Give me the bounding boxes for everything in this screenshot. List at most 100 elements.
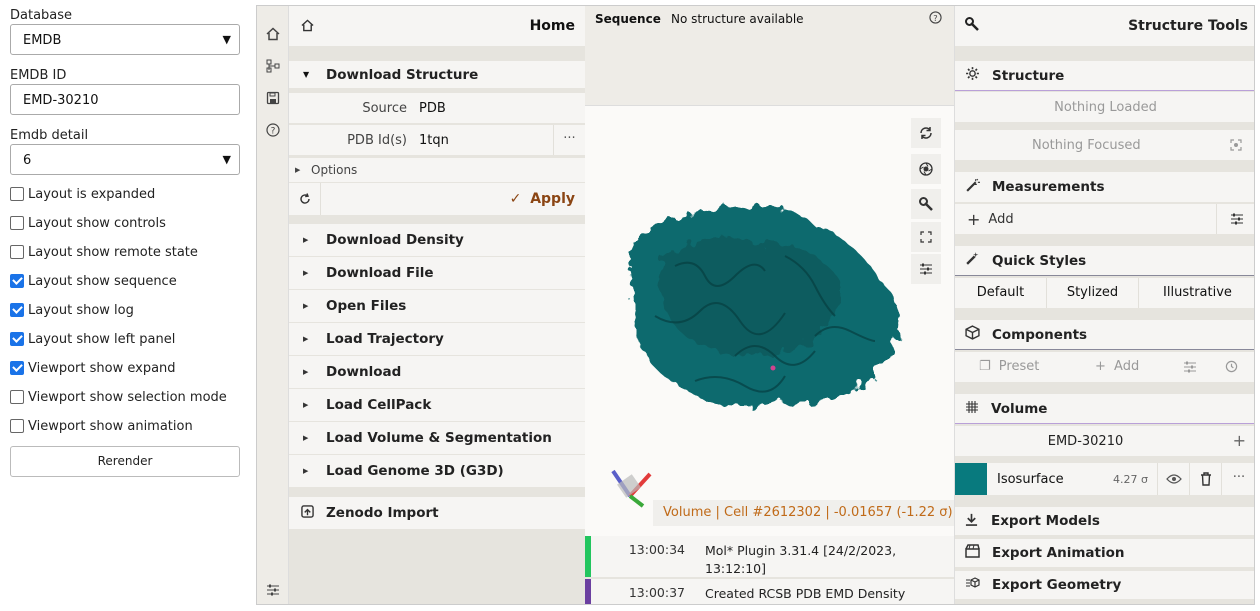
export-geometry-row[interactable]: Export Geometry xyxy=(955,571,1254,599)
settings-sliders-icon[interactable] xyxy=(1216,204,1254,234)
section-title: Load CellPack xyxy=(326,397,432,413)
style-stylized-button[interactable]: Stylized xyxy=(1047,278,1139,308)
checkbox-row[interactable]: Layout show left panel xyxy=(10,330,175,348)
checkbox[interactable] xyxy=(10,216,24,230)
settings-sliders-icon[interactable] xyxy=(1183,360,1197,378)
3d-viewport[interactable]: Volume | Cell #2612302 | -0.01657 (-1.22… xyxy=(585,106,963,536)
export-animation-row[interactable]: Export Animation xyxy=(955,539,1254,567)
checkbox-row[interactable]: Viewport show selection mode xyxy=(10,388,227,406)
export-geometry-title: Export Geometry xyxy=(992,577,1122,593)
section-row[interactable]: ▶ Download File xyxy=(289,257,585,289)
eye-icon[interactable] xyxy=(1157,463,1189,495)
database-select[interactable]: EMDB ▼ xyxy=(10,24,240,55)
rerender-button[interactable]: Rerender xyxy=(10,446,240,477)
settings-sliders-icon[interactable] xyxy=(265,582,281,598)
checkbox[interactable] xyxy=(10,361,24,375)
checkbox-row[interactable]: Viewport show expand xyxy=(10,359,176,377)
isosurface-label[interactable]: Isosurface xyxy=(997,472,1064,487)
style-illustrative-button[interactable]: Illustrative xyxy=(1139,278,1254,308)
export-cube-icon xyxy=(965,576,980,594)
options-row[interactable]: ▶ Options xyxy=(289,158,585,182)
more-options-icon[interactable]: ··· xyxy=(553,125,585,155)
section-title: Load Genome 3D (G3D) xyxy=(326,463,504,479)
log-entry: 13:00:37 Created RCSB PDB EMD Density xyxy=(585,579,954,604)
log-level-bar xyxy=(585,579,591,604)
emdb-id-input[interactable]: EMD-30210 xyxy=(10,84,240,115)
checkbox[interactable] xyxy=(10,245,24,259)
emdb-detail-select[interactable]: 6 ▼ xyxy=(10,144,240,175)
export-animation-title: Export Animation xyxy=(992,545,1125,561)
orientation-axes xyxy=(611,469,652,508)
checkbox-row[interactable]: Layout is expanded xyxy=(10,185,155,203)
section-row[interactable]: ▶ Download xyxy=(289,356,585,388)
caret-right-icon: ▶ xyxy=(303,401,309,409)
checkbox[interactable] xyxy=(10,419,24,433)
sequence-status: No structure available xyxy=(671,12,804,26)
more-options-icon[interactable]: ··· xyxy=(1221,463,1254,495)
section-title: Download Density xyxy=(326,232,464,248)
expand-icon[interactable] xyxy=(911,222,941,252)
checkbox[interactable] xyxy=(10,303,24,317)
checkbox[interactable] xyxy=(10,390,24,404)
checkbox-row[interactable]: Layout show sequence xyxy=(10,272,177,290)
help-icon[interactable]: ? xyxy=(265,122,281,138)
style-default-button[interactable]: Default xyxy=(955,278,1047,308)
home-icon[interactable] xyxy=(265,26,281,42)
focus-target-icon[interactable] xyxy=(1230,139,1242,155)
state-tree-icon[interactable] xyxy=(265,58,281,74)
trash-icon[interactable] xyxy=(1189,463,1221,495)
wrench-icon xyxy=(965,17,979,35)
svg-text:?: ? xyxy=(933,13,937,23)
checkbox-row[interactable]: Layout show log xyxy=(10,301,134,319)
checkbox-label: Layout show sequence xyxy=(28,273,177,289)
options-label: Options xyxy=(311,163,358,177)
section-row[interactable]: ▶ Load Volume & Segmentation xyxy=(289,422,585,454)
checkbox-row[interactable]: Layout show controls xyxy=(10,214,166,232)
nothing-loaded-label: Nothing Loaded xyxy=(1054,99,1157,115)
checkbox-label: Layout show remote state xyxy=(28,244,198,260)
section-row[interactable]: ▶ Load Trajectory xyxy=(289,323,585,355)
isosurface-row: Isosurface 4.27 σ ··· xyxy=(955,463,1254,495)
nothing-focused-label: Nothing Focused xyxy=(1032,137,1141,153)
emdb-detail-value: 6 xyxy=(23,153,32,168)
checkbox[interactable] xyxy=(10,274,24,288)
section-row[interactable]: ▶ Load Genome 3D (G3D) xyxy=(289,455,585,487)
apply-button[interactable]: ✓ Apply xyxy=(510,191,575,207)
download-structure-header[interactable]: ▼ Download Structure xyxy=(289,61,585,88)
section-row[interactable]: ▶ Download Density xyxy=(289,224,585,256)
source-value[interactable]: PDB xyxy=(419,101,446,116)
section-row[interactable]: ▶ Open Files xyxy=(289,290,585,322)
caret-right-icon: ▶ xyxy=(303,236,309,244)
save-icon[interactable] xyxy=(265,90,281,106)
plus-icon[interactable]: + xyxy=(1233,431,1246,450)
structure-title: Structure xyxy=(992,67,1065,84)
reset-camera-icon[interactable] xyxy=(911,118,941,148)
caret-right-icon: ▶ xyxy=(303,269,309,277)
export-models-row[interactable]: Export Models xyxy=(955,507,1254,535)
wrench-icon[interactable] xyxy=(911,189,941,219)
components-toolbar: ❐ Preset + Add xyxy=(955,352,1254,382)
checkbox-label: Viewport show expand xyxy=(28,360,176,376)
section-row[interactable]: ▶ Load CellPack xyxy=(289,389,585,421)
add-component-button[interactable]: + Add xyxy=(1095,359,1139,374)
refresh-icon[interactable] xyxy=(289,183,321,215)
preset-button[interactable]: ❐ Preset xyxy=(979,359,1039,374)
checkbox-row[interactable]: Viewport show animation xyxy=(10,417,193,435)
download-structure-title: Download Structure xyxy=(326,66,479,83)
checkbox[interactable] xyxy=(10,332,24,346)
camera-icon[interactable] xyxy=(911,154,941,184)
checkbox-row[interactable]: Layout show remote state xyxy=(10,243,198,261)
magic-wand-icon xyxy=(965,251,980,270)
isosurface-color-swatch[interactable] xyxy=(955,463,987,495)
history-icon[interactable] xyxy=(1225,360,1238,377)
volume-entry[interactable]: EMD-30210 + xyxy=(955,426,1254,456)
zenodo-import-row[interactable]: Zenodo Import xyxy=(289,497,585,529)
home-panel: Home ▼ Download Structure Source PDB PDB… xyxy=(289,6,585,604)
home-header: Home xyxy=(289,6,585,46)
measurement-add-row[interactable]: + Add xyxy=(955,204,1254,234)
settings-sliders-icon[interactable] xyxy=(911,254,941,284)
checkbox[interactable] xyxy=(10,187,24,201)
pdbid-input[interactable]: 1tqn xyxy=(419,133,549,148)
center-area: Sequence No structure available ? Volume… xyxy=(585,6,963,604)
help-icon[interactable]: ? xyxy=(929,11,942,28)
